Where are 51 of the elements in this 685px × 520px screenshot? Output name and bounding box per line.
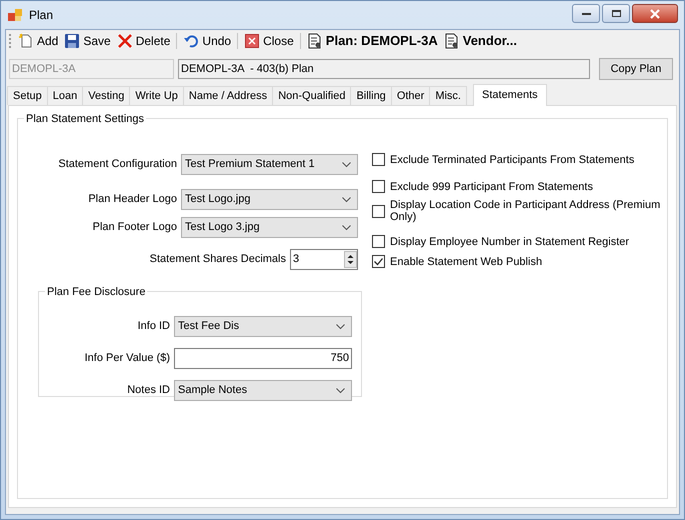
checkbox-label: Display Location Code in Participant Address (Premium Only) [390,199,662,223]
dropdown[interactable]: Test Logo.jpg [181,189,358,210]
input-field[interactable]: 750 [174,348,352,369]
document-icon [444,33,460,49]
copy-plan-button[interactable]: Copy Plan [599,58,673,80]
checkbox-label: Display Employee Number in Statement Register [390,236,630,248]
toolbar-link[interactable]: Plan: DEMOPL-3A [306,31,439,51]
tab[interactable]: Setup [7,86,48,105]
checkbox[interactable] [372,235,385,248]
checkbox-label: Enable Statement Web Publish [390,256,544,268]
app-icon [7,7,23,23]
document-icon [306,33,323,49]
checkbox[interactable] [372,153,385,166]
undo-icon [183,33,200,49]
field-label: Notes ID [127,383,170,398]
delete-icon [116,33,133,49]
toolbar-button[interactable]: Undo [182,31,232,51]
checkbox-label: Exclude 999 Participant From Statements [390,180,594,192]
field-label: Statement Configuration [58,157,177,172]
toolbar-button[interactable]: Delete [116,31,172,51]
close-icon [244,33,260,49]
checkbox-label: Exclude Terminated Participants From Statements [390,154,636,166]
close-icon [650,8,660,18]
save-icon [64,33,80,49]
maximize-button[interactable] [602,4,630,23]
number-spinner[interactable]: 3 [290,249,358,270]
close-button[interactable] [632,4,678,23]
toolbar-button[interactable]: Close [243,31,295,51]
plan-name-field[interactable]: DEMOPL-3A - 403(b) Plan [178,59,590,79]
dropdown[interactable]: Sample Notes [174,380,352,401]
dropdown[interactable]: Test Fee Dis [174,316,352,337]
toolbar-button[interactable]: Add [17,31,60,51]
window-title: Plan [29,7,54,24]
toolbar-link[interactable]: Vendor... [442,31,518,51]
new-document-icon [18,33,34,49]
toolbar-button[interactable]: Save [63,31,112,51]
field-label: Plan Header Logo [88,192,177,208]
checkbox[interactable] [372,255,385,268]
checkbox[interactable] [372,180,385,193]
group-title: Plan Statement Settings [24,111,146,128]
field-label: Plan Footer Logo [92,220,177,236]
spinner-arrows-icon [344,251,357,268]
dropdown[interactable]: Test Premium Statement 1 [181,154,358,175]
dropdown[interactable]: Test Logo 3.jpg [181,217,358,238]
checkbox[interactable] [372,204,385,218]
field-label: Info Per Value ($) [84,351,170,366]
tab[interactable]: Misc. [429,86,467,105]
tab[interactable]: Statements [473,84,547,106]
field-label: Info ID [138,319,170,334]
field-label: Statement Shares Decimals [150,252,286,268]
minimize-button[interactable] [572,4,600,23]
